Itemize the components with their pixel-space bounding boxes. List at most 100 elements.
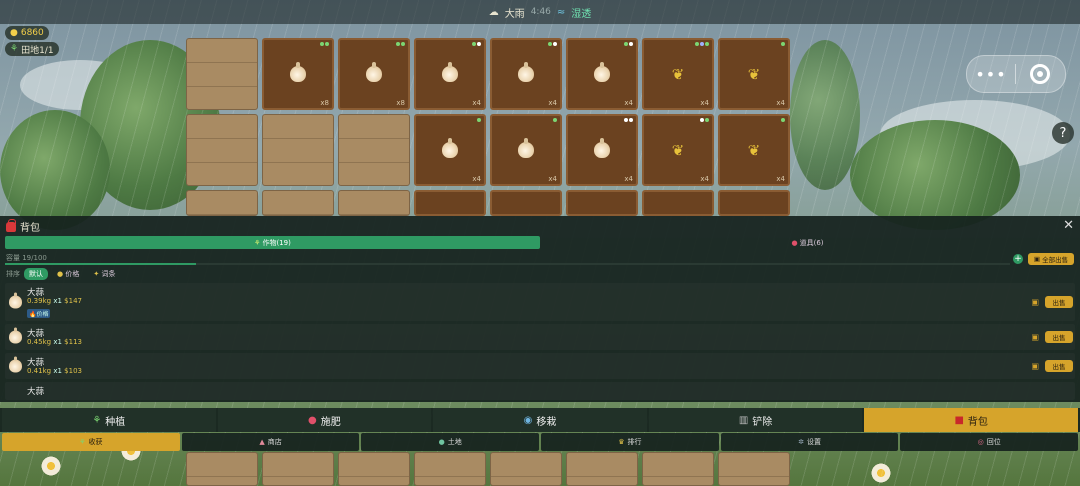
status-dot bbox=[396, 42, 400, 46]
crop-plot[interactable]: x8 bbox=[262, 38, 334, 110]
backpack-header: 背包 bbox=[6, 218, 40, 234]
crop-plot[interactable]: x8 bbox=[338, 38, 410, 110]
nav-recenter[interactable]: ◎ 回位 bbox=[900, 433, 1079, 451]
nav-land[interactable]: ● 土地 bbox=[361, 433, 540, 451]
plot-quantity: x4 bbox=[472, 175, 481, 183]
list-item[interactable]: 大蒜 bbox=[5, 382, 1075, 400]
transplant-button[interactable]: ◉ 移栽 bbox=[433, 408, 647, 432]
partial-plot[interactable] bbox=[718, 190, 790, 216]
lock-icon[interactable]: ▣ bbox=[1031, 298, 1039, 307]
plot-quantity: x4 bbox=[624, 175, 633, 183]
tab-items[interactable]: ● 道具(6) bbox=[540, 236, 1075, 249]
partial-plot[interactable] bbox=[186, 452, 258, 486]
close-icon[interactable]: ✕ bbox=[1063, 218, 1074, 233]
help-button[interactable]: ? bbox=[1052, 122, 1074, 144]
status-dot bbox=[695, 42, 699, 46]
garlic-icon bbox=[594, 138, 610, 158]
sort-price[interactable]: ● 价格 bbox=[52, 268, 84, 280]
partial-plot[interactable] bbox=[642, 190, 714, 216]
trophy-icon: ♛ bbox=[618, 438, 625, 446]
plant-button[interactable]: ⚘ 种植 bbox=[2, 408, 216, 432]
partial-plot[interactable] bbox=[642, 452, 714, 486]
list-item[interactable]: 大蒜 0.41kg x1 $103 ▣ 出售 bbox=[5, 353, 1075, 379]
partial-plot[interactable] bbox=[186, 190, 258, 216]
sprout-icon: ⚘ bbox=[254, 238, 261, 247]
status-dots bbox=[472, 42, 481, 46]
partial-plot[interactable] bbox=[490, 452, 562, 486]
miniprogram-capsule: ••• bbox=[966, 55, 1066, 93]
tab-crops-label: 作物(19) bbox=[262, 238, 291, 247]
fertilize-button[interactable]: ● 施肥 bbox=[217, 408, 432, 432]
remove-label: 铲除 bbox=[752, 416, 773, 428]
empty-plot[interactable] bbox=[262, 114, 334, 186]
remove-button[interactable]: ▥ 铲除 bbox=[648, 408, 863, 432]
sort-traits[interactable]: ✦ 词条 bbox=[88, 268, 120, 280]
crop-plot[interactable]: ❦ x4 bbox=[642, 114, 714, 186]
add-button[interactable]: + bbox=[1013, 254, 1023, 264]
partial-plot[interactable] bbox=[338, 190, 410, 216]
crop-plot[interactable]: x4 bbox=[566, 114, 638, 186]
lock-icon[interactable]: ▣ bbox=[1031, 362, 1039, 371]
empty-plot[interactable] bbox=[186, 114, 258, 186]
list-item[interactable]: 大蒜 0.45kg x1 $113 ▣ 出售 bbox=[5, 324, 1075, 350]
rain-cloud-icon: ☁ bbox=[488, 6, 499, 18]
partial-plot[interactable] bbox=[414, 452, 486, 486]
status-dot bbox=[705, 42, 709, 46]
crop-plot[interactable]: x4 bbox=[490, 38, 562, 110]
sell-button[interactable]: 出售 bbox=[1045, 331, 1073, 343]
empty-plot[interactable] bbox=[338, 114, 410, 186]
shovel-icon: ▥ bbox=[738, 414, 749, 426]
partial-plot[interactable] bbox=[718, 452, 790, 486]
backpack-button[interactable]: ■ 背包 bbox=[864, 408, 1078, 432]
status-dots bbox=[700, 118, 709, 122]
status-dot bbox=[320, 42, 324, 46]
more-button[interactable]: ••• bbox=[967, 65, 1015, 84]
empty-plot[interactable] bbox=[186, 38, 258, 110]
fertilizer-icon: ● bbox=[308, 414, 317, 426]
crop-plot[interactable]: x4 bbox=[414, 38, 486, 110]
bottom-nav: ⚘ 收获 ▲ 商店 ● 土地 ♛ 排行 ✲ 设置 ◎ 回位 bbox=[0, 433, 1080, 451]
wheat-icon: ❦ bbox=[671, 65, 685, 84]
item-name: 大蒜 bbox=[27, 387, 45, 397]
status-dots bbox=[781, 118, 785, 122]
close-button[interactable] bbox=[1016, 64, 1064, 84]
lock-icon[interactable]: ▣ bbox=[1031, 333, 1039, 342]
crop-plot[interactable]: x4 bbox=[490, 114, 562, 186]
partial-plot[interactable] bbox=[566, 452, 638, 486]
gold-value: 6860 bbox=[20, 28, 44, 38]
sell-all-button[interactable]: ▣ 全部出售 bbox=[1028, 253, 1074, 265]
garlic-icon bbox=[9, 292, 22, 309]
plot-quantity: x4 bbox=[548, 99, 557, 107]
item-meta: 0.39kg x1 $147 bbox=[27, 297, 82, 305]
partial-plot[interactable] bbox=[414, 190, 486, 216]
crop-plot[interactable]: x4 bbox=[566, 38, 638, 110]
nav-land-label: 土地 bbox=[447, 438, 462, 446]
crop-plot[interactable]: ❦ x4 bbox=[642, 38, 714, 110]
list-item[interactable]: 大蒜 0.39kg x1 $147 🔥价格 ▣ 出售 bbox=[5, 283, 1075, 321]
partial-plot[interactable] bbox=[566, 190, 638, 216]
tab-crops[interactable]: ⚘ 作物(19) bbox=[5, 236, 540, 249]
plot-quantity: x4 bbox=[776, 175, 785, 183]
plot-quantity: x4 bbox=[700, 99, 709, 107]
sell-button[interactable]: 出售 bbox=[1045, 360, 1073, 372]
nav-settings[interactable]: ✲ 设置 bbox=[720, 433, 899, 451]
status-dots bbox=[624, 42, 633, 46]
status-dots bbox=[695, 42, 709, 46]
partial-plot[interactable] bbox=[262, 190, 334, 216]
status-dot bbox=[553, 42, 557, 46]
sprout-icon: ⚘ bbox=[10, 44, 19, 54]
partial-plot[interactable] bbox=[338, 452, 410, 486]
partial-plot[interactable] bbox=[490, 190, 562, 216]
nav-shop[interactable]: ▲ 商店 bbox=[181, 433, 360, 451]
garlic-icon bbox=[442, 138, 458, 158]
nav-harvest[interactable]: ⚘ 收获 bbox=[2, 433, 180, 451]
sell-button[interactable]: 出售 bbox=[1045, 296, 1073, 308]
target-icon: ◎ bbox=[977, 438, 984, 446]
sort-default[interactable]: 默认 bbox=[24, 268, 48, 280]
partial-plot[interactable] bbox=[262, 452, 334, 486]
crop-plot[interactable]: x4 bbox=[414, 114, 486, 186]
harvest-icon: ⚘ bbox=[79, 438, 86, 446]
nav-ranking[interactable]: ♛ 排行 bbox=[541, 433, 719, 451]
crop-plot[interactable]: ❦ x4 bbox=[718, 38, 790, 110]
crop-plot[interactable]: ❦ x4 bbox=[718, 114, 790, 186]
